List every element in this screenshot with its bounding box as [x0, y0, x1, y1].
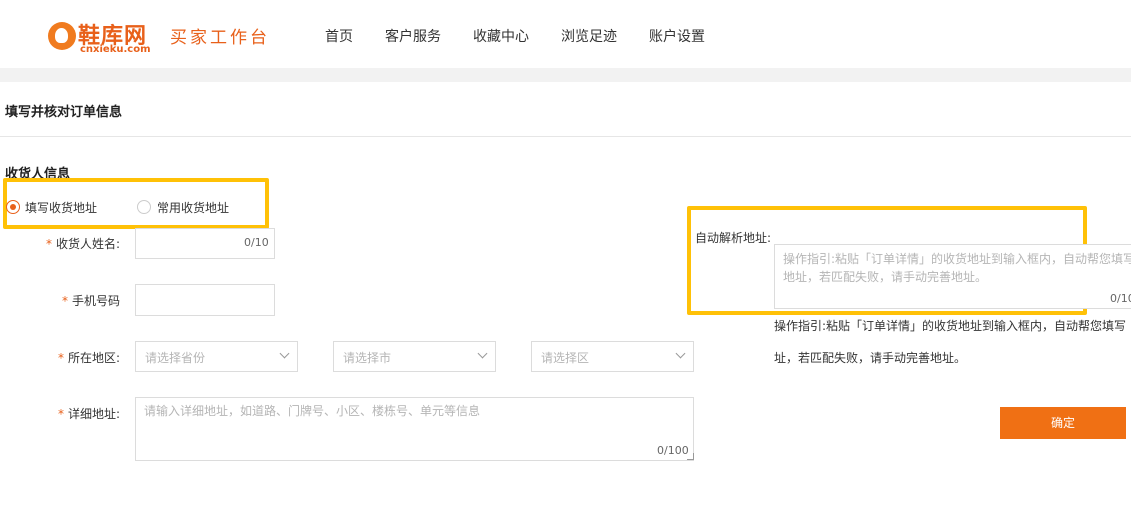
logo-domain: cnxieku.com	[80, 44, 151, 55]
auto-parse-help-line2: 址，若匹配失败，请手动完善地址。	[774, 351, 967, 365]
region-label-text: 所在地区:	[67, 351, 120, 365]
resize-handle-icon[interactable]	[687, 453, 694, 460]
detail-label: * 详细地址:	[0, 405, 120, 422]
header-divider-bar	[0, 68, 1131, 82]
province-placeholder: 请选择省份	[145, 351, 206, 365]
divider	[0, 136, 1131, 137]
required-mark: *	[57, 407, 64, 421]
workbench-label: 买家工作台	[170, 28, 270, 48]
nav-home[interactable]: 首页	[325, 26, 353, 46]
detail-counter: 0/100	[657, 444, 689, 457]
radio-common-address[interactable]	[137, 200, 151, 214]
phone-label: * 手机号码	[0, 292, 120, 309]
auto-parse-placeholder-line1: 操作指引:粘贴「订单详情」的收货地址到输入框内，自动帮您填写	[783, 252, 1131, 266]
city-select[interactable]: 请选择市	[333, 341, 496, 372]
name-label-text: 收货人姓名:	[55, 237, 120, 251]
chevron-down-icon	[675, 348, 686, 359]
radio-fill-address[interactable]	[6, 200, 20, 214]
province-select[interactable]: 请选择省份	[135, 341, 298, 372]
auto-parse-textarea[interactable]: 操作指引:粘贴「订单详情」的收货地址到输入框内，自动帮您填写 地址，若匹配失败，…	[774, 244, 1131, 309]
nav-favorites[interactable]: 收藏中心	[473, 26, 529, 46]
detail-label-text: 详细地址:	[67, 407, 120, 421]
detail-address-textarea[interactable]: 请输入详细地址，如道路、门牌号、小区、楼栋号、单元等信息 0/100	[135, 397, 694, 461]
district-placeholder: 请选择区	[541, 351, 590, 365]
required-mark: *	[57, 351, 64, 365]
auto-parse-placeholder-line2: 地址，若匹配失败，请手动完善地址。	[783, 270, 988, 284]
required-mark: *	[61, 294, 68, 308]
radio-common-address-label[interactable]: 常用收货地址	[157, 199, 229, 216]
auto-parse-counter: 0/100	[1110, 292, 1131, 305]
city-placeholder: 请选择市	[343, 351, 392, 365]
chevron-down-icon	[477, 348, 488, 359]
name-label: * 收货人姓名:	[0, 235, 120, 252]
region-label: * 所在地区:	[0, 349, 120, 366]
name-counter: 0/10	[244, 236, 269, 249]
radio-fill-address-label[interactable]: 填写收货地址	[25, 199, 97, 216]
confirm-button[interactable]: 确定	[1000, 407, 1126, 439]
nav-account-settings[interactable]: 账户设置	[649, 26, 705, 46]
chevron-down-icon	[279, 348, 290, 359]
phone-label-text: 手机号码	[71, 294, 120, 308]
phone-input[interactable]	[135, 284, 275, 316]
auto-parse-label: 自动解析地址:	[695, 231, 772, 245]
auto-parse-help-line1: 操作指引:粘贴「订单详情」的收货地址到输入框内，自动帮您填写	[774, 319, 1127, 333]
nav-history[interactable]: 浏览足迹	[561, 26, 617, 46]
logo-icon[interactable]	[48, 22, 76, 50]
district-select[interactable]: 请选择区	[531, 341, 694, 372]
section-title: 填写并核对订单信息	[5, 105, 123, 120]
required-mark: *	[45, 237, 52, 251]
detail-placeholder: 请输入详细地址，如道路、门牌号、小区、楼栋号、单元等信息	[144, 404, 481, 418]
nav-customer-service[interactable]: 客户服务	[385, 26, 441, 46]
site-header: 鞋库网 cnxieku.com 买家工作台 首页 客户服务 收藏中心 浏览足迹 …	[0, 0, 1131, 68]
